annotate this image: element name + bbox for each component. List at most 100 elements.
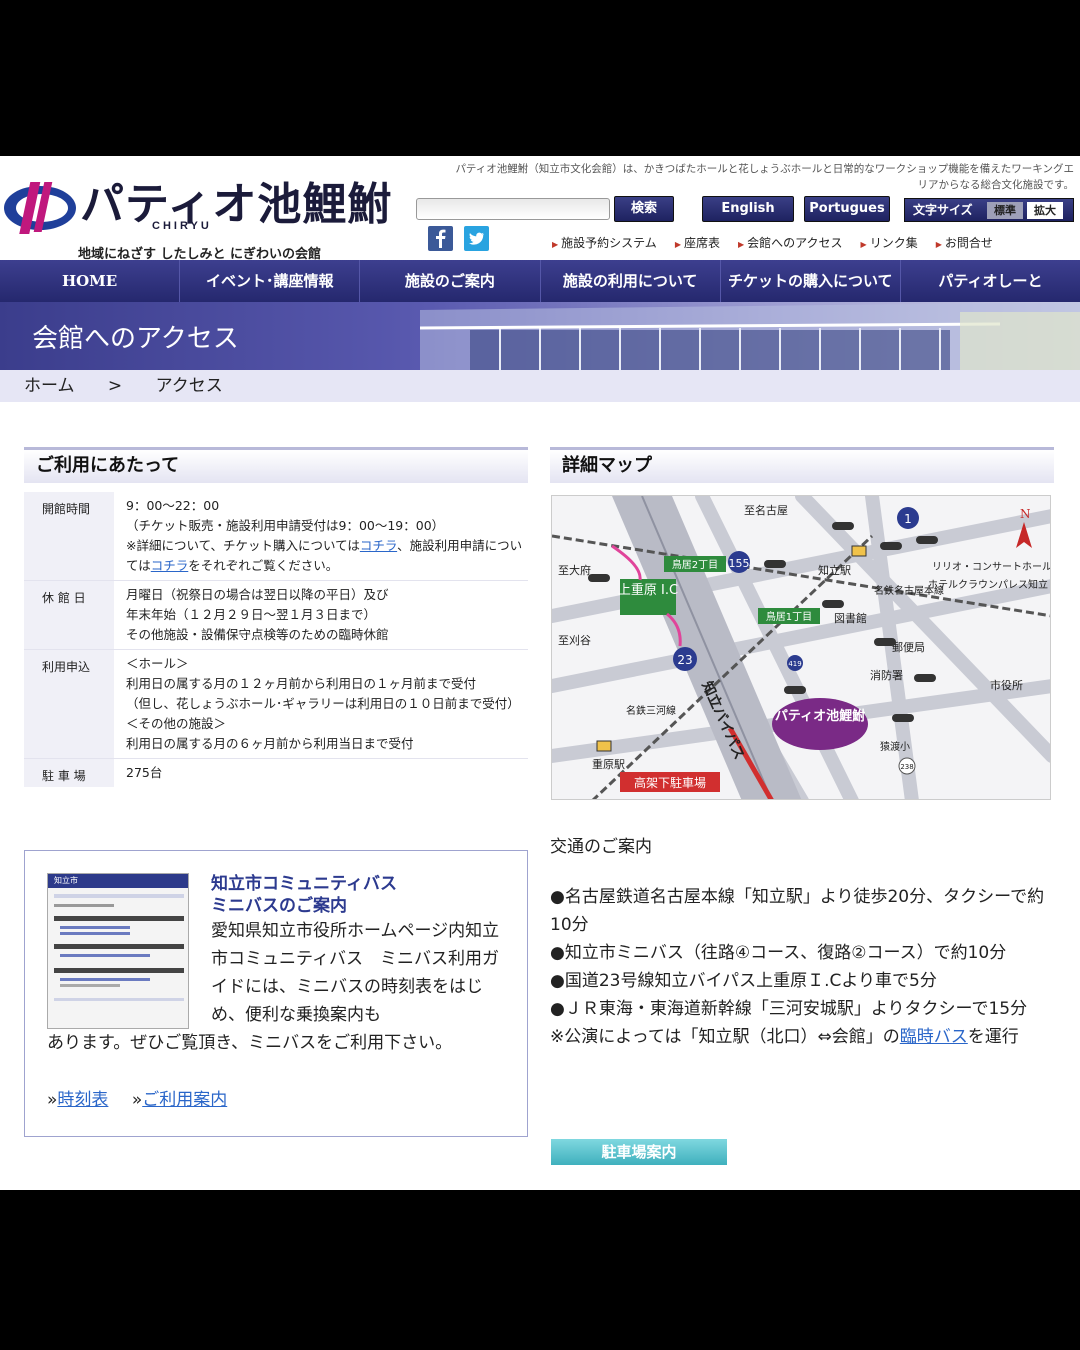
usage-table: 開館時間 9：00～22：00 （チケット販売・施設利用申請受付は9：00～19… (24, 492, 528, 787)
font-size-control: 文字サイズ 標準 拡大 (904, 198, 1074, 222)
timetable-link[interactable]: 時刻表 (57, 1090, 108, 1110)
map-route-155: 155 (729, 557, 750, 570)
main-nav: HOME イベント･講座情報 施設のご案内 施設の利用について チケットの購入に… (0, 260, 1080, 302)
table-row: 開館時間 9：00～22：00 （チケット販売・施設利用申請受付は9：00～19… (24, 492, 528, 581)
facebook-icon[interactable] (428, 226, 453, 251)
row-value: 275台 (126, 765, 163, 780)
minibus-thumbnail[interactable]: 知立市 (47, 873, 189, 1029)
map-label-shigehara-station: 重原駅 (592, 757, 625, 771)
map-route-238: 238 (900, 763, 913, 771)
breadcrumb-home[interactable]: ホーム (24, 376, 75, 396)
table-row: 休 館 日 月曜日（祝祭日の場合は翌日以降の平日）及び 年末年始（１２月２９日～… (24, 581, 528, 650)
arrow-right-icon: ▶ (737, 240, 745, 249)
quick-link-reservation[interactable]: ▶ 施設予約システム (552, 234, 657, 251)
nav-facility-use[interactable]: 施設の利用について (541, 260, 721, 302)
map-label-sarunobami: 猿渡小 (880, 740, 910, 753)
list-item: ●名古屋鉄道名古屋本線「知立駅」より徒歩20分、タクシーで約10分 (550, 887, 1045, 935)
access-title: 交通のご案内 (550, 837, 652, 857)
quick-link-seating[interactable]: ▶ 座席表 (675, 234, 720, 251)
breadcrumb-current: アクセス (155, 376, 223, 396)
map-heading: 詳細マップ (550, 447, 1054, 483)
font-size-large-button[interactable]: 拡大 (1027, 202, 1063, 219)
map-label-kariya-dir: 至刈谷 (558, 634, 591, 647)
list-item: ●ＪＲ東海・東海道新幹線「三河安城駅」よりタクシーで15分 (550, 999, 1028, 1019)
nav-patio-seat[interactable]: パティオしーと (901, 260, 1080, 302)
search-input[interactable] (416, 198, 610, 220)
minibus-panel: 知立市 知立市コミュニティバス ミニバスのご案内 愛知県知立市役所ホームページ内… (24, 850, 528, 1137)
map-label-torii2: 鳥居2丁目 (672, 558, 718, 571)
thumbnail-header: 知立市 (48, 874, 188, 888)
web-page: パティオ池鯉鮒 CHIRYU 地域にねざす したしみと にぎわいの会館 パティオ… (0, 156, 1080, 1190)
site-logo[interactable]: パティオ池鯉鮒 CHIRYU 地域にねざす したしみと にぎわいの会館 (0, 168, 391, 262)
map-route-1: 1 (904, 512, 912, 526)
map-label-mikawa-line: 名鉄三河線 (626, 704, 676, 717)
quick-link-contact[interactable]: ▶ お問合せ (936, 234, 993, 251)
row-label: 駐 車 場 (24, 759, 114, 787)
arrow-right-icon: ▶ (935, 240, 942, 249)
arrow-right-icon: ▶ (552, 240, 559, 249)
list-item: ●国道23号線知立バイパス上重原Ｉ.Cより車で5分 (550, 971, 937, 991)
map-label-patio: パティオ池鯉鮒 (775, 708, 865, 724)
row-value: ＜ホール＞ 利用日の属する月の１２ヶ月前から利用日の１ヶ月前まで受付 （但し、花… (126, 656, 520, 751)
minibus-title[interactable]: 知立市コミュニティバス ミニバスのご案内 (211, 873, 397, 917)
row-value: 9：00～22：00 （チケット販売・施設利用申請受付は9：00～19：00） … (126, 498, 523, 573)
double-chevron-icon: » (47, 1090, 58, 1110)
map-label-torii1: 鳥居1丁目 (766, 610, 812, 623)
logo-mark-icon (4, 182, 76, 234)
font-size-normal-button[interactable]: 標準 (987, 202, 1023, 219)
usage-heading: ご利用にあたって (24, 447, 528, 483)
search-button[interactable]: 検索 (614, 196, 674, 222)
map-label-post-office: 郵便局 (892, 641, 925, 654)
map-label-parking: 高架下駐車場 (634, 775, 706, 790)
nav-tickets[interactable]: チケットの購入について (721, 260, 901, 302)
breadcrumb-separator: > (107, 376, 123, 396)
twitter-icon[interactable] (464, 226, 489, 251)
access-map[interactable]: 上重原 I.C 155 23 1 419 238 鳥居2丁目 鳥居1丁目 パティ… (551, 495, 1051, 800)
parking-guide-button[interactable]: 駐車場案内 (551, 1139, 727, 1165)
usage-guide-link[interactable]: ご利用案内 (142, 1090, 227, 1110)
logo-text: パティオ池鯉鮒 (80, 179, 393, 230)
row-label: 開館時間 (24, 492, 114, 580)
list-item: ※公演によっては「知立駅（北口）⇔会館」の臨時バスを運行 (550, 1027, 1019, 1047)
map-label-obu-dir: 至大府 (558, 563, 591, 577)
arrow-right-icon: ▶ (674, 240, 681, 249)
map-label-concert-hall: リリオ・コンサートホール (932, 561, 1051, 573)
english-button[interactable]: English (702, 196, 794, 222)
quick-link-links[interactable]: ▶ リンク集 (861, 234, 918, 251)
row-label: 利用申込 (24, 650, 114, 758)
nav-events[interactable]: イベント･講座情報 (180, 260, 361, 302)
site-description: パティオ池鯉鮒（知立市文化会館）は、かきつばたホールと花しょうぶホールと日常的な… (455, 163, 1074, 191)
arrow-right-icon: ▶ (860, 240, 867, 249)
nav-facilities[interactable]: 施設のご案内 (360, 260, 541, 302)
map-drawing: 上重原 I.C 155 23 1 419 238 鳥居2丁目 鳥居1丁目 パティ… (552, 496, 1051, 799)
row-label: 休 館 日 (24, 581, 114, 649)
ticket-info-link[interactable]: コチラ (360, 538, 397, 553)
map-label-fire-station: 消防署 (870, 668, 903, 682)
facility-application-link[interactable]: コチラ (151, 558, 189, 573)
map-label-chiryu-station: 知立駅 (818, 563, 851, 577)
thumbnail-page-image (54, 894, 184, 1001)
row-value: 月曜日（祝祭日の場合は翌日以降の平日）及び 年末年始（１２月２９日～翌１月３日ま… (126, 587, 389, 642)
access-list: ●名古屋鉄道名古屋本線「知立駅」より徒歩20分、タクシーで約10分 ●知立市ミニ… (550, 883, 1050, 1051)
table-row: 利用申込 ＜ホール＞ 利用日の属する月の１２ヶ月前から利用日の１ヶ月前まで受付 … (24, 650, 528, 759)
nav-home[interactable]: HOME (0, 260, 181, 302)
double-chevron-icon: » (131, 1090, 143, 1110)
logo-roman: CHIRYU (152, 220, 212, 232)
font-size-label: 文字サイズ (913, 203, 973, 217)
page-banner: 会館へのアクセス (0, 302, 1080, 370)
map-label-ic: 上重原 I.C (618, 582, 678, 598)
map-route-23: 23 (677, 653, 692, 667)
quick-link-access[interactable]: ▶ 会館へのアクセス (738, 234, 843, 251)
map-route-419: 419 (788, 660, 801, 668)
map-label-city-hall: 市役所 (990, 678, 1023, 692)
quick-links: ▶ 施設予約システム ▶ 座席表 ▶ 会館へのアクセス ▶ リンク集 ▶ お問合せ (552, 234, 993, 251)
portugues-button[interactable]: Portugues (804, 196, 890, 222)
svg-text:N: N (1020, 507, 1031, 521)
minibus-description-2: あります。ぜひご覧頂き、ミニバスをご利用下さい。 (47, 1033, 453, 1053)
map-label-nagoya-dir: 至名古屋 (744, 503, 788, 517)
temporary-bus-link[interactable]: 臨時バス (900, 1027, 968, 1047)
map-label-library: 図書館 (834, 611, 867, 625)
list-item: ●知立市ミニバス（往路④コース、復路②コース）で約10分 (550, 943, 1007, 963)
map-label-hotel: ホテルクラウンパレス知立 (928, 578, 1048, 591)
minibus-description: 愛知県知立市役所ホームページ内知立市コミュニティバス ミニバス利用ガイドには、ミ… (211, 921, 500, 1025)
